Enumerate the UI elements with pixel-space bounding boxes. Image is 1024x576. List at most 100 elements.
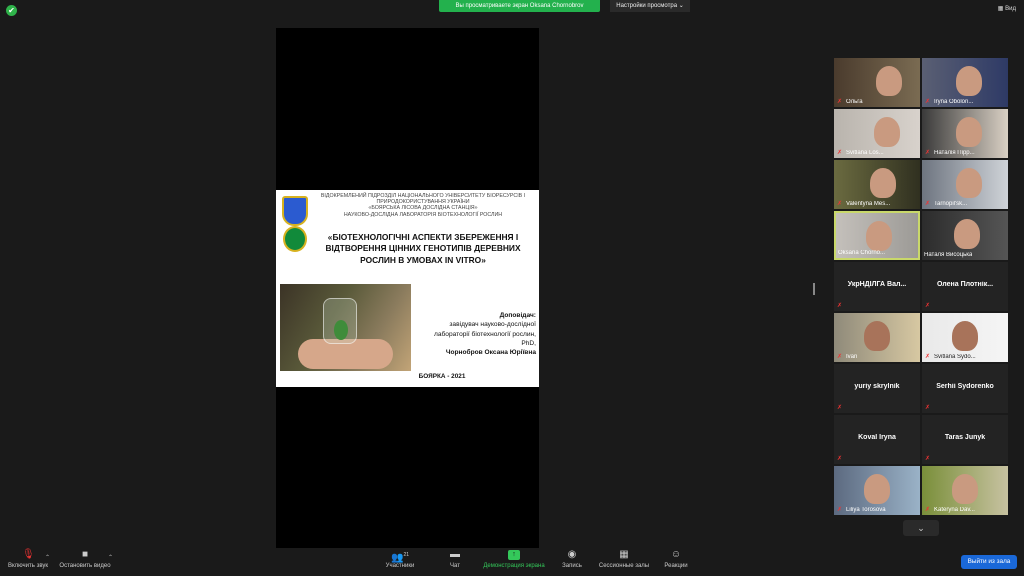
participant-tile-active-speaker[interactable]: Oksana Chorno... [834,211,920,260]
participants-count: 21 [403,552,409,558]
participant-name: Олена Плотнік... [936,281,994,288]
leave-room-button[interactable]: Выйти из зала [961,555,1017,569]
mic-muted-icon: ✗ [837,405,843,411]
plant-shape [334,320,348,340]
participant-name: Tarnopil'sk... [934,201,968,207]
mic-muted-icon: ✗ [837,456,843,462]
participant-tile[interactable]: ✗ Kateryna Dav... [922,466,1008,515]
speaker-block: Доповідач: завідувач науково-дослідної л… [421,311,536,357]
chat-icon: ▬ [450,549,460,560]
mic-off-icon: 🎙 [22,549,35,560]
participant-video [952,474,978,504]
mic-muted-icon: ✗ [925,99,931,105]
participant-name: Liliya Torosova [846,507,886,513]
view-button-label: Вид [1005,6,1016,12]
participant-tile[interactable]: ✗ Svitlana Sydo... [922,313,1008,362]
mic-muted-icon: ✗ [837,201,843,207]
participant-name: yuriy skrylnik [854,383,900,390]
participant-video [864,474,890,504]
participant-name: Serhii Sydorenko [936,383,994,390]
speaker-name: Чорнобров Оксана Юріївна [421,348,536,357]
unmute-label: Включить звук [7,563,48,569]
participant-name: Taras Junyk [944,434,986,441]
participant-tile[interactable]: Serhii Sydorenko ✗ [922,364,1008,413]
participant-video [866,221,892,251]
participant-name: Iryna Obolon... [934,99,974,105]
slide-title: «БІОТЕХНОЛОГІЧНІ АСПЕКТИ ЗБЕРЕЖЕННЯ І ВІ… [310,232,536,266]
speaker-label: Доповідач: [421,311,536,320]
slide-city-year: БОЯРКА - 2021 [418,373,466,380]
mic-muted-icon: ✗ [837,99,843,105]
participant-video [956,66,982,96]
participant-video [954,219,980,249]
record-icon: ◉ [567,549,577,560]
participant-name: УкрНДІЛГА Вал... [847,281,907,288]
participant-name: Svitlana Sydo... [934,354,976,360]
presentation-slide: ВІДОКРЕМЛЕНИЙ ПІДРОЗДІЛ НАЦІОНАЛЬНОГО УН… [276,190,539,387]
reactions-button[interactable]: ☺ Реакции [661,550,691,570]
participant-tile[interactable]: ✗ Svitlana Los... [834,109,920,158]
mic-muted-icon: ✗ [925,507,931,513]
chevron-down-icon[interactable]: ⌄ [903,520,939,536]
participant-tile[interactable]: ✗ Наталія Пірр... [922,109,1008,158]
participant-tile[interactable]: Наталя Висоцька [922,211,1008,260]
view-settings-dropdown[interactable]: Настройки просмотра ⌄ [610,0,690,12]
participant-tile[interactable]: ✗ Liliya Torosova [834,466,920,515]
participant-name: Наталія Пірр... [934,150,975,156]
speaker-line-1: завідувач науково-дослідної [449,321,536,329]
chat-button[interactable]: ▬ Чат [440,549,470,570]
chevron-up-icon[interactable]: ⌃ [108,554,113,561]
mic-muted-icon: ✗ [837,303,843,309]
share-screen-label: Демонстрация экрана [483,563,545,569]
slide-title-text: «БІОТЕХНОЛОГІЧНІ АСПЕКТИ ЗБЕРЕЖЕННЯ І ВІ… [325,232,521,265]
participant-name: Valentyna Mes... [846,201,891,207]
participants-icon: 👥21 [390,552,409,564]
panel-divider-handle[interactable] [813,283,815,295]
mic-muted-icon: ✗ [925,354,931,360]
participant-tile[interactable]: Koval Iryna ✗ [834,415,920,464]
stop-video-label: Остановить видео [59,563,111,569]
mic-muted-icon: ✗ [925,150,931,156]
participant-video [876,66,902,96]
camera-icon: ■ [81,549,89,560]
grid-icon: ▦ [619,549,629,560]
share-screen-button[interactable]: ↑ Демонстрация экрана [479,550,549,569]
participant-video [874,117,900,147]
participant-name: Наталя Висоцька [924,252,973,258]
mic-muted-icon: ✗ [925,405,931,411]
participant-tile[interactable]: yuriy skrylnik ✗ [834,364,920,413]
participant-tile[interactable]: Taras Junyk ✗ [922,415,1008,464]
mic-muted-icon: ✗ [925,201,931,207]
participant-tile[interactable]: УкрНДІЛГА Вал... ✗ [834,262,920,311]
participant-tile[interactable]: ✗ Ольга [834,58,920,107]
speaker-line-3: PhD, [521,339,536,347]
chevron-up-icon[interactable]: ⌃ [45,554,50,561]
share-screen-icon: ↑ [508,550,520,560]
participant-name: Ivan [846,354,858,360]
breakout-rooms-label: Сессионные залы [598,563,650,569]
mic-muted-icon: ✗ [837,150,843,156]
participant-video [956,117,982,147]
breakout-rooms-button[interactable]: ▦ Сессионные залы [596,549,652,570]
participant-name: Ольга [846,99,863,105]
university-emblem-icon [283,226,307,252]
participant-video [956,168,982,198]
stop-video-button[interactable]: ■ Остановить видео [55,549,115,570]
participants-button[interactable]: 👥21 Участники [380,550,420,569]
participant-tile[interactable]: ✗ Iryna Obolon... [922,58,1008,107]
participant-tile[interactable]: ✗ Valentyna Mes... [834,160,920,209]
mic-muted-icon: ✗ [925,456,931,462]
terrarium-photo [280,284,411,371]
participant-tile[interactable]: Олена Плотнік... ✗ [922,262,1008,311]
mic-muted-icon: ✗ [837,354,843,360]
shield-icon[interactable]: ✔ [6,5,17,16]
screen-share-banner: Вы просматриваете экран Oksana Chornobro… [439,0,600,12]
participant-tile[interactable]: ✗ Tarnopil'sk... [922,160,1008,209]
record-button[interactable]: ◉ Запись [556,549,588,570]
participant-name: Koval Iryna [858,434,896,441]
meeting-toolbar: 🎙 Включить звук ⌃ ■ Остановить видео ⌃ 👥… [0,546,1024,576]
participant-video [952,321,978,351]
view-button[interactable]: ▦ Вид [998,5,1016,12]
participant-tile[interactable]: ✗ Ivan [834,313,920,362]
coat-of-arms-icon [282,196,308,226]
